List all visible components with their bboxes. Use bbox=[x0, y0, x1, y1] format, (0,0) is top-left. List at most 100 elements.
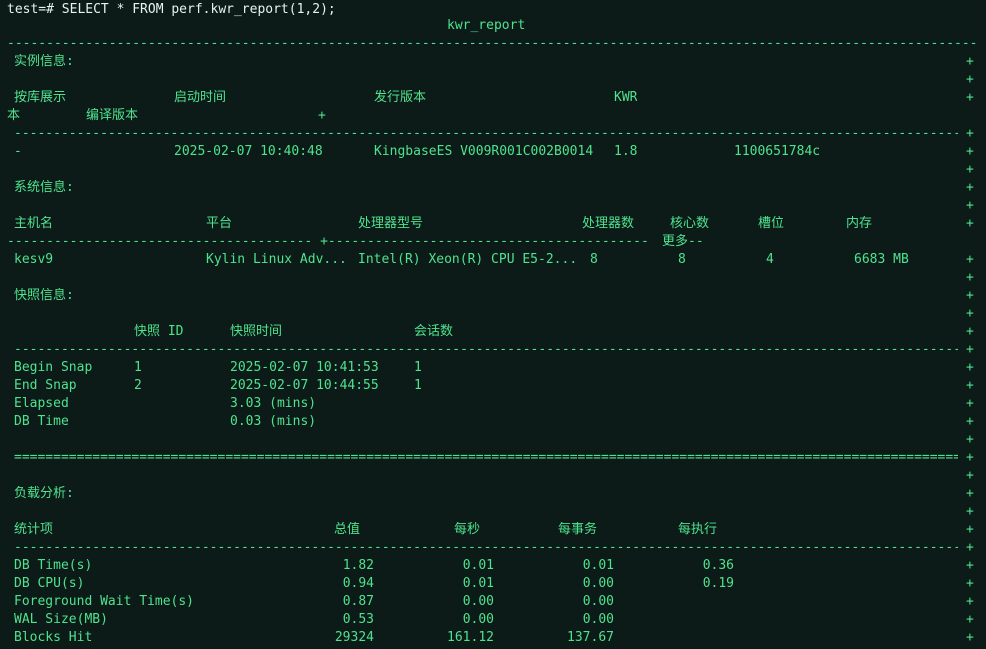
load-row-total: 0.53 bbox=[342, 612, 374, 627]
instance-row-start: 2025-02-07 10:40:48 bbox=[174, 144, 323, 159]
load-header-per-txn: 每事务 bbox=[558, 522, 598, 537]
system-header-sockets: 槽位 bbox=[758, 216, 785, 231]
load-row-per-txn: 0.00 bbox=[582, 594, 614, 609]
system-header-cores: 核心数 bbox=[670, 216, 710, 231]
load-row-item: Blocks Hit bbox=[14, 630, 93, 645]
system-row-platform: Kylin Linux Adv... bbox=[206, 252, 347, 267]
plus-marker: + bbox=[966, 558, 974, 573]
snapshot-row-time: 0.03 (mins) bbox=[230, 414, 317, 429]
snapshot-header-id: 快照 ID bbox=[134, 324, 184, 339]
plus-marker: + bbox=[966, 216, 974, 231]
load-row-item: DB CPU(s) bbox=[14, 576, 85, 591]
plus-marker: + bbox=[966, 360, 974, 375]
load-header-per-sec: 每秒 bbox=[454, 522, 481, 537]
system-row-cpu-model: Intel(R) Xeon(R) CPU E5-2... bbox=[358, 252, 578, 267]
plus-marker: + bbox=[966, 306, 974, 321]
snapshot-section-title: 快照信息: bbox=[14, 288, 74, 303]
system-row-cpus: 8 bbox=[590, 252, 598, 267]
load-header-per-exec: 每执行 bbox=[678, 522, 718, 537]
plus-marker: + bbox=[966, 288, 974, 303]
plus-marker: + bbox=[966, 630, 974, 645]
plus-marker: + bbox=[966, 72, 974, 87]
plus-marker: + bbox=[966, 90, 974, 105]
system-header-platform: 平台 bbox=[206, 216, 233, 231]
plus-marker: + bbox=[966, 486, 974, 501]
system-header-mem: 内存 bbox=[846, 216, 873, 231]
system-row-host: kesv9 bbox=[14, 252, 54, 267]
snapshot-header-sessions: 会话数 bbox=[414, 324, 454, 339]
plus-marker: + bbox=[966, 522, 974, 537]
plus-marker: + bbox=[966, 414, 974, 429]
snapshot-row-label: End Snap bbox=[14, 378, 77, 393]
plus-marker: + bbox=[966, 396, 974, 411]
load-row-per-sec: 161.12 bbox=[447, 630, 494, 645]
snapshot-row-time: 2025-02-07 10:44:55 bbox=[230, 378, 379, 393]
snapshot-row-sessions: 1 bbox=[414, 378, 422, 393]
instance-header-compile: 编译版本 bbox=[86, 108, 139, 123]
plus-marker: + bbox=[966, 324, 974, 339]
load-row-item: Foreground Wait Time(s) bbox=[14, 594, 195, 609]
load-row-per-sec: 0.00 bbox=[462, 612, 494, 627]
system-row-mem: 6683 MB bbox=[854, 252, 909, 267]
load-row-total: 0.87 bbox=[342, 594, 374, 609]
snapshot-header-time: 快照时间 bbox=[230, 324, 283, 339]
plus-marker: + bbox=[966, 468, 974, 483]
system-row-sockets: 4 bbox=[766, 252, 774, 267]
snapshot-row-id: 2 bbox=[134, 378, 142, 393]
plus-marker: + bbox=[966, 144, 974, 159]
plus-marker: + bbox=[966, 540, 974, 555]
load-row-per-exec: 0.19 bbox=[702, 576, 734, 591]
terminal-window[interactable]: test=# SELECT * FROM perf.kwr_report(1,2… bbox=[0, 0, 986, 649]
more-pager-text: 更多 bbox=[662, 234, 689, 249]
plus-marker: + bbox=[966, 252, 974, 267]
snapshot-row-label: Begin Snap bbox=[14, 360, 93, 375]
snapshot-row-time: 2025-02-07 10:41:53 bbox=[230, 360, 379, 375]
system-section-title: 系统信息: bbox=[14, 180, 74, 195]
plus-marker: + bbox=[966, 342, 974, 357]
sql-prompt: test=# SELECT * FROM perf.kwr_report(1,2… bbox=[7, 2, 336, 17]
plus-marker: + bbox=[966, 576, 974, 591]
plus-marker: + bbox=[966, 504, 974, 519]
load-row-per-txn: 137.67 bbox=[567, 630, 614, 645]
instance-section-title: 实例信息: bbox=[14, 54, 74, 69]
system-header-cpu-model: 处理器型号 bbox=[358, 216, 424, 231]
load-row-per-txn: 0.00 bbox=[582, 612, 614, 627]
plus-marker: + bbox=[966, 612, 974, 627]
plus-marker: + bbox=[318, 108, 326, 123]
instance-header-release: 发行版本 bbox=[374, 90, 427, 105]
load-header-total: 总值 bbox=[334, 522, 361, 537]
plus-marker: + bbox=[966, 270, 974, 285]
instance-header-show: 按库展示 bbox=[14, 90, 67, 105]
load-section-title: 负载分析: bbox=[14, 486, 74, 501]
more-pager: 更多-- bbox=[662, 234, 704, 250]
instance-header-kwr: KWR bbox=[614, 90, 638, 105]
plus-marker: + bbox=[966, 594, 974, 609]
section-divider: ========================================… bbox=[14, 450, 958, 465]
plus-marker: + bbox=[966, 432, 974, 447]
plus-marker: + bbox=[966, 162, 974, 177]
load-row-per-txn: 0.00 bbox=[582, 576, 614, 591]
snapshot-row-id: 1 bbox=[134, 360, 142, 375]
system-separator: --------------------------------------- … bbox=[7, 234, 649, 249]
instance-row-kwr: 1.8 bbox=[614, 144, 638, 159]
plus-marker: + bbox=[966, 450, 974, 465]
instance-row-compile: 1100651784c bbox=[734, 144, 821, 159]
instance-row-release: KingbaseES V009R001C002B0014 bbox=[374, 144, 594, 159]
snapshot-row-label: DB Time bbox=[14, 414, 69, 429]
plus-marker: + bbox=[966, 198, 974, 213]
plus-marker: + bbox=[966, 54, 974, 69]
load-row-total: 1.82 bbox=[342, 558, 374, 573]
load-row-item: DB Time(s) bbox=[14, 558, 93, 573]
plus-marker: + bbox=[966, 126, 974, 141]
snapshot-row-time: 3.03 (mins) bbox=[230, 396, 317, 411]
load-row-total: 0.94 bbox=[342, 576, 374, 591]
load-row-item: WAL Size(MB) bbox=[14, 612, 108, 627]
load-header-item: 统计项 bbox=[14, 522, 54, 537]
system-header-cpus: 处理器数 bbox=[582, 216, 635, 231]
plus-marker: + bbox=[966, 378, 974, 393]
instance-row-show: - bbox=[14, 144, 22, 159]
load-separator: ----------------------------------------… bbox=[14, 540, 958, 555]
header-separator: ----------------------------------------… bbox=[7, 36, 977, 51]
snapshot-row-label: Elapsed bbox=[14, 396, 69, 411]
snapshot-row-sessions: 1 bbox=[414, 360, 422, 375]
